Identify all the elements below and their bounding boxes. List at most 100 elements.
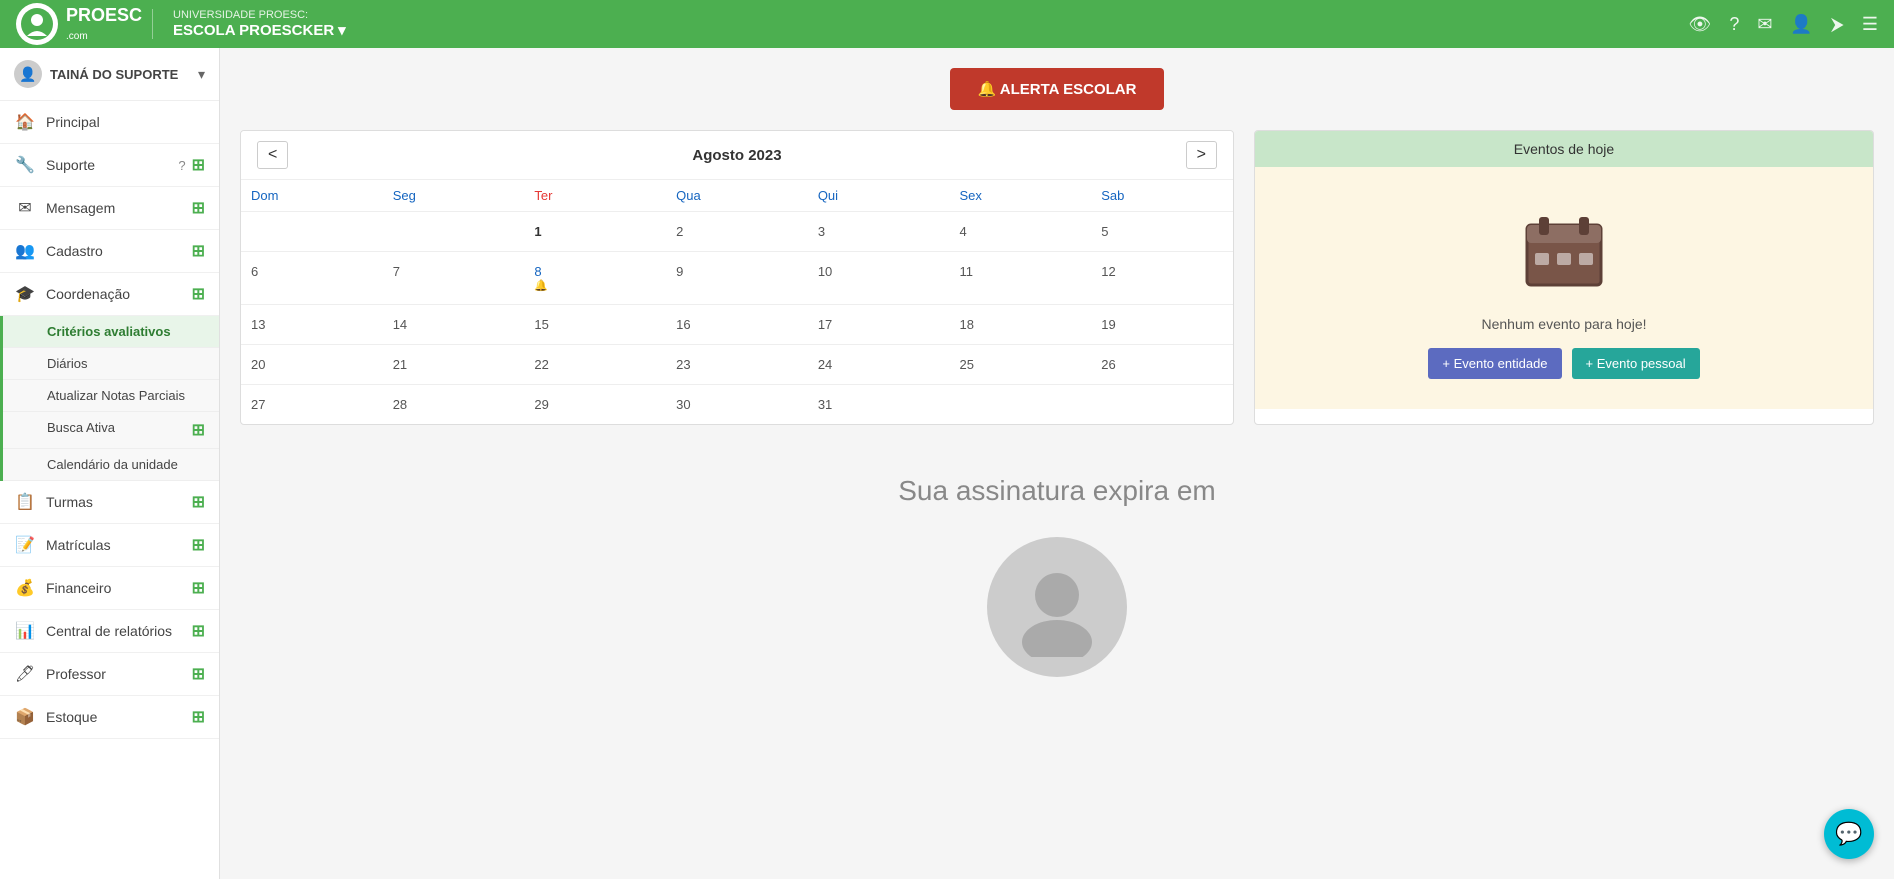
sidebar-item-cadastro[interactable]: 👥 Cadastro ⊞	[0, 230, 219, 273]
sidebar-item-professor[interactable]: 🖊 Professor ⊞	[0, 653, 219, 696]
estoque-plus-icon[interactable]: ⊞	[192, 707, 205, 727]
sidebar-item-suporte[interactable]: 🔧 Suporte ? ⊞	[0, 144, 219, 187]
cal-day-7[interactable]: 7	[383, 252, 525, 305]
submenu-busca-ativa[interactable]: Busca Ativa ⊞	[3, 412, 219, 449]
weekday-sab: Sab	[1091, 180, 1233, 212]
coordenacao-submenu: Critérios avaliativos Diários Atualizar …	[0, 316, 219, 481]
estoque-icon: 📦	[14, 706, 36, 728]
school-info: UNIVERSIDADE PROESC: ESCOLA PROESCKER ▾	[152, 9, 346, 39]
message-icon: ✉	[14, 197, 36, 219]
weekday-dom: Dom	[241, 180, 383, 212]
alert-school-button[interactable]: 🔔 ALERTA ESCOLAR	[950, 68, 1165, 110]
help-icon[interactable]: ?	[1729, 14, 1739, 35]
cal-day-empty-3	[950, 385, 1092, 425]
cal-day-8[interactable]: 8🔔	[524, 252, 666, 305]
cal-day-21[interactable]: 21	[383, 345, 525, 385]
cal-day-15[interactable]: 15	[524, 305, 666, 345]
professor-plus-icon[interactable]: ⊞	[192, 664, 205, 684]
chevron-icon[interactable]: ▾	[338, 21, 346, 39]
user-avatar: 👤	[14, 60, 42, 88]
cal-day-3[interactable]: 3	[808, 212, 950, 252]
sidebar-item-relatorios[interactable]: 📊 Central de relatórios ⊞	[0, 610, 219, 653]
menu-icon[interactable]: ☰	[1862, 14, 1878, 35]
sidebar-item-matriculas[interactable]: 📝 Matrículas ⊞	[0, 524, 219, 567]
cal-day-6[interactable]: 6	[241, 252, 383, 305]
sidebar-item-mensagem[interactable]: ✉ Mensagem ⊞	[0, 187, 219, 230]
sidebar-item-coordenacao[interactable]: 🎓 Coordenação ⊞	[0, 273, 219, 316]
calendar-week-3: 13 14 15 16 17 18 19	[241, 305, 1233, 345]
matriculas-icon: 📝	[14, 534, 36, 556]
cal-day-24[interactable]: 24	[808, 345, 950, 385]
sidebar-item-turmas[interactable]: 📋 Turmas ⊞	[0, 481, 219, 524]
cal-day-4[interactable]: 4	[950, 212, 1092, 252]
sidebar-item-cadastro-left: 👥 Cadastro	[14, 240, 103, 262]
sidebar-label-mensagem: Mensagem	[46, 200, 115, 216]
sidebar-item-financeiro-left: 💰 Financeiro	[14, 577, 111, 599]
cal-day-14[interactable]: 14	[383, 305, 525, 345]
busca-plus-icon[interactable]: ⊞	[192, 420, 205, 440]
sidebar-item-financeiro[interactable]: 💰 Financeiro ⊞	[0, 567, 219, 610]
school-name-row: ESCOLA PROESCKER ▾	[173, 21, 346, 39]
sidebar-user[interactable]: 👤 TAINÁ DO SUPORTE ▾	[0, 48, 219, 101]
calendar-prev-button[interactable]: <	[257, 141, 288, 169]
cal-day-9[interactable]: 9	[666, 252, 808, 305]
financeiro-icon: 💰	[14, 577, 36, 599]
cal-day-18[interactable]: 18	[950, 305, 1092, 345]
calendar-week-1: 1 2 3 4 5	[241, 212, 1233, 252]
mail-icon[interactable]: ✉	[1757, 14, 1772, 35]
help-circle-icon[interactable]: ?	[178, 158, 185, 173]
financeiro-plus-icon[interactable]: ⊞	[192, 578, 205, 598]
user-icon[interactable]: 👤	[1790, 14, 1812, 35]
cal-day-29[interactable]: 29	[524, 385, 666, 425]
chat-bubble-button[interactable]: 💬	[1824, 809, 1874, 859]
cal-day-16[interactable]: 16	[666, 305, 808, 345]
cal-day-2[interactable]: 2	[666, 212, 808, 252]
cal-day-20[interactable]: 20	[241, 345, 383, 385]
logo-sub-text: .com	[66, 31, 88, 42]
cal-day-31[interactable]: 31	[808, 385, 950, 425]
event-personal-button[interactable]: + Evento pessoal	[1572, 348, 1700, 379]
cal-day-12[interactable]: 12	[1091, 252, 1233, 305]
cal-day-5[interactable]: 5	[1091, 212, 1233, 252]
submenu-calendario[interactable]: Calendário da unidade	[3, 449, 219, 481]
turmas-plus-icon[interactable]: ⊞	[192, 492, 205, 512]
subscription-title: Sua assinatura expira em	[260, 475, 1854, 507]
matriculas-plus-icon[interactable]: ⊞	[192, 535, 205, 555]
sidebar-item-estoque[interactable]: 📦 Estoque ⊞	[0, 696, 219, 739]
cal-day-13[interactable]: 13	[241, 305, 383, 345]
submenu-diarios[interactable]: Diários	[3, 348, 219, 380]
sidebar-item-principal[interactable]: 🏠 Principal	[0, 101, 219, 144]
suporte-plus-icon[interactable]: ⊞	[192, 155, 205, 175]
cal-day-11[interactable]: 11	[950, 252, 1092, 305]
calendar-next-button[interactable]: >	[1186, 141, 1217, 169]
coordenacao-plus-icon[interactable]: ⊞	[192, 284, 205, 304]
cal-day-1[interactable]: 1	[524, 212, 666, 252]
cal-day-26[interactable]: 26	[1091, 345, 1233, 385]
event-entity-button[interactable]: + Evento entidade	[1428, 348, 1561, 379]
cal-day-28[interactable]: 28	[383, 385, 525, 425]
events-body: Nenhum evento para hoje! + Evento entida…	[1255, 167, 1873, 409]
mensagem-plus-icon[interactable]: ⊞	[192, 198, 205, 218]
chat-icon: 💬	[1835, 821, 1862, 847]
submenu-criterios[interactable]: Critérios avaliativos	[3, 316, 219, 348]
cadastro-plus-icon[interactable]: ⊞	[192, 241, 205, 261]
logout-icon[interactable]: ⮞	[1831, 14, 1844, 35]
sidebar-label-suporte: Suporte	[46, 157, 95, 173]
sidebar-label-turmas: Turmas	[46, 494, 93, 510]
cal-day-17[interactable]: 17	[808, 305, 950, 345]
cal-day-30[interactable]: 30	[666, 385, 808, 425]
submenu-notas-parciais[interactable]: Atualizar Notas Parciais	[3, 380, 219, 412]
cal-day-10[interactable]: 10	[808, 252, 950, 305]
events-panel: Eventos de hoje Nenhum evento para hoje!	[1254, 130, 1874, 425]
cal-day-27[interactable]: 27	[241, 385, 383, 425]
main-grid: < Agosto 2023 > Dom Seg Ter Qua Qui Sex …	[240, 130, 1874, 425]
relatorios-plus-icon[interactable]: ⊞	[192, 621, 205, 641]
view-icon[interactable]: 👁	[1688, 14, 1711, 35]
cal-day-19[interactable]: 19	[1091, 305, 1233, 345]
home-icon: 🏠	[14, 111, 36, 133]
cal-day-22[interactable]: 22	[524, 345, 666, 385]
cal-day-23[interactable]: 23	[666, 345, 808, 385]
header-left: PROESC .com UNIVERSIDADE PROESC: ESCOLA …	[16, 3, 346, 45]
cal-day-25[interactable]: 25	[950, 345, 1092, 385]
calendar-section: < Agosto 2023 > Dom Seg Ter Qua Qui Sex …	[240, 130, 1234, 425]
